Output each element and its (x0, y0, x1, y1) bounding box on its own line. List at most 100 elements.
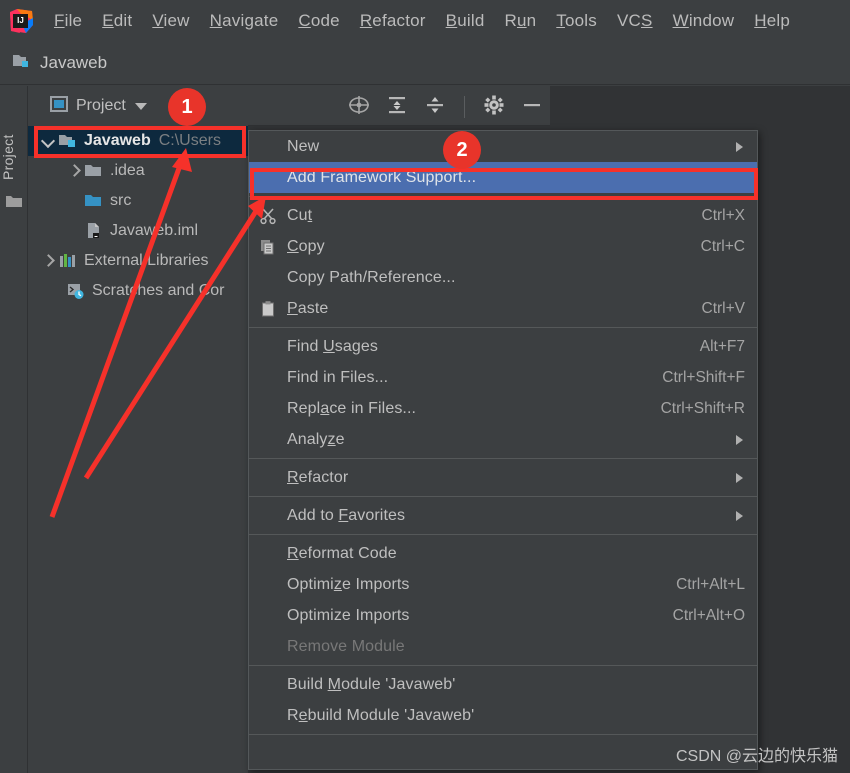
chevron-right-icon (736, 510, 743, 521)
project-name-label: Javaweb (40, 52, 108, 72)
menu-item-rebuild-module[interactable]: Rebuild Module 'Javaweb' (249, 700, 757, 731)
intellij-window: IJ File Edit View Navigate Code Refactor… (0, 0, 850, 773)
tree-row-javaweb-iml[interactable]: Javaweb.iml (28, 216, 248, 246)
menu-refactor[interactable]: Refactor (350, 9, 436, 33)
menu-item-copy-path-reference[interactable]: Copy Path/Reference... (249, 262, 757, 293)
menu-edit[interactable]: Edit (92, 9, 142, 33)
project-folder-icon (12, 52, 32, 74)
menu-view[interactable]: View (142, 9, 199, 33)
menu-item-label: Find Usages (287, 337, 378, 355)
menu-item-new[interactable]: New (249, 131, 757, 162)
menu-file[interactable]: File (44, 9, 92, 33)
menu-window[interactable]: Window (663, 9, 745, 33)
menu-item-paste[interactable]: Paste Ctrl+V (249, 293, 757, 324)
toolbar-divider (464, 96, 465, 118)
menu-vcs[interactable]: VCS (607, 9, 663, 33)
expand-all-icon[interactable] (386, 94, 408, 121)
tree-label: src (110, 192, 132, 209)
strip-button-project[interactable]: Project (0, 100, 28, 180)
menu-item-label: Refactor (287, 468, 349, 486)
folder-icon (84, 162, 104, 180)
menu-item-override-file-type: Remove Module (249, 631, 757, 662)
menu-tools[interactable]: Tools (546, 9, 607, 33)
menu-item-accelerator: Ctrl+V (701, 299, 746, 317)
watermark-text: CSDN @云边的快乐猫 (675, 748, 838, 765)
tool-window-header: Project (28, 86, 248, 126)
tree-row-external-libraries[interactable]: External Libraries (28, 246, 248, 276)
minimize-icon[interactable] (521, 94, 543, 121)
menu-separator (249, 496, 757, 497)
menu-navigate[interactable]: Navigate (200, 9, 289, 33)
chevron-right-icon (736, 472, 743, 483)
chevron-right-icon[interactable] (66, 163, 82, 179)
tree-row-scratches[interactable]: Scratches and Cor (28, 276, 248, 306)
tree-label: External Libraries (84, 252, 209, 269)
menu-item-cut[interactable]: Cut Ctrl+X (249, 200, 757, 231)
menu-item-remove-module[interactable]: Optimize Imports Ctrl+Alt+O (249, 600, 757, 631)
menu-separator (249, 458, 757, 459)
collapse-all-icon[interactable] (424, 94, 446, 121)
annotation-badge-1: 1 (168, 88, 206, 126)
highlight-box-menu-item (250, 168, 758, 200)
menu-item-replace-in-files[interactable]: Replace in Files... Ctrl+Shift+R (249, 393, 757, 424)
menu-item-reformat-code[interactable]: Reformat Code (249, 538, 757, 569)
menu-item-accelerator: Ctrl+Shift+R (660, 399, 745, 417)
menu-item-build-module[interactable]: Build Module 'Javaweb' (249, 669, 757, 700)
copy-icon (249, 238, 287, 256)
svg-text:IJ: IJ (17, 16, 24, 25)
cut-icon (249, 207, 287, 225)
menu-item-label: Reformat Code (287, 544, 397, 562)
menu-item-label: Find in Files... (287, 368, 389, 386)
menu-item-add-to-favorites[interactable]: Add to Favorites (249, 500, 757, 531)
iml-file-icon (84, 222, 104, 240)
tree-row-idea[interactable]: .idea (28, 156, 248, 186)
project-tree[interactable]: Javaweb C:\Users .idea src Javaweb.iml E… (28, 126, 248, 773)
project-view-icon (50, 95, 68, 117)
locate-icon[interactable] (348, 94, 370, 121)
chevron-down-icon[interactable] (134, 102, 147, 110)
menu-item-label: Copy (287, 237, 325, 255)
menu-item-find-usages[interactable]: Find Usages Alt+F7 (249, 331, 757, 362)
menu-item-analyze[interactable]: Analyze (249, 424, 757, 455)
menu-item-accelerator: Alt+F7 (699, 337, 745, 355)
tool-window-title: Project (76, 97, 126, 114)
menu-item-optimize-imports[interactable]: Optimize Imports Ctrl+Alt+L (249, 569, 757, 600)
chevron-right-icon (736, 434, 743, 445)
menu-item-label: Paste (287, 299, 329, 317)
menu-item-accelerator: Ctrl+C (700, 237, 745, 255)
menu-item-accelerator: Ctrl+Alt+O (672, 606, 745, 624)
tree-label: Javaweb.iml (110, 222, 199, 239)
project-title-bar: Javaweb (0, 41, 850, 85)
menu-item-label: Remove Module (287, 637, 405, 655)
tree-label: .idea (110, 162, 145, 179)
menu-item-label: Optimize Imports (287, 606, 410, 624)
menu-build[interactable]: Build (436, 9, 495, 33)
menu-item-copy[interactable]: Copy Ctrl+C (249, 231, 757, 262)
menu-item-find-in-files[interactable]: Find in Files... Ctrl+Shift+F (249, 362, 757, 393)
menu-item-label: Replace in Files... (287, 399, 417, 417)
menu-item-accelerator: Ctrl+X (701, 206, 746, 224)
menu-item-accelerator: Ctrl+Shift+F (662, 368, 745, 386)
menu-help[interactable]: Help (744, 9, 800, 33)
context-menu[interactable]: New Add Framework Support... Cut Ctrl+X (248, 130, 758, 770)
menu-item-accelerator: Ctrl+Alt+L (676, 575, 745, 593)
menu-item-label: Rebuild Module 'Javaweb' (287, 706, 475, 724)
chevron-right-icon[interactable] (40, 253, 56, 269)
menu-separator (249, 534, 757, 535)
menu-item-label: Cut (287, 206, 313, 224)
menu-separator (249, 327, 757, 328)
menu-item-refactor[interactable]: Refactor (249, 462, 757, 493)
menu-separator (249, 734, 757, 735)
tree-label: Scratches and Cor (92, 282, 225, 299)
menu-code[interactable]: Code (288, 9, 349, 33)
menu-item-label: Copy Path/Reference... (287, 268, 456, 286)
tree-row-src[interactable]: src (28, 186, 248, 216)
folder-icon[interactable] (5, 194, 23, 214)
gear-icon[interactable] (483, 94, 505, 121)
libraries-icon (58, 252, 78, 270)
highlight-box-tree-row (34, 126, 246, 158)
tool-window-toolbar (348, 92, 558, 122)
menu-item-label: New (287, 137, 320, 155)
menu-run[interactable]: Run (494, 9, 546, 33)
intellij-logo-icon: IJ (8, 8, 34, 34)
